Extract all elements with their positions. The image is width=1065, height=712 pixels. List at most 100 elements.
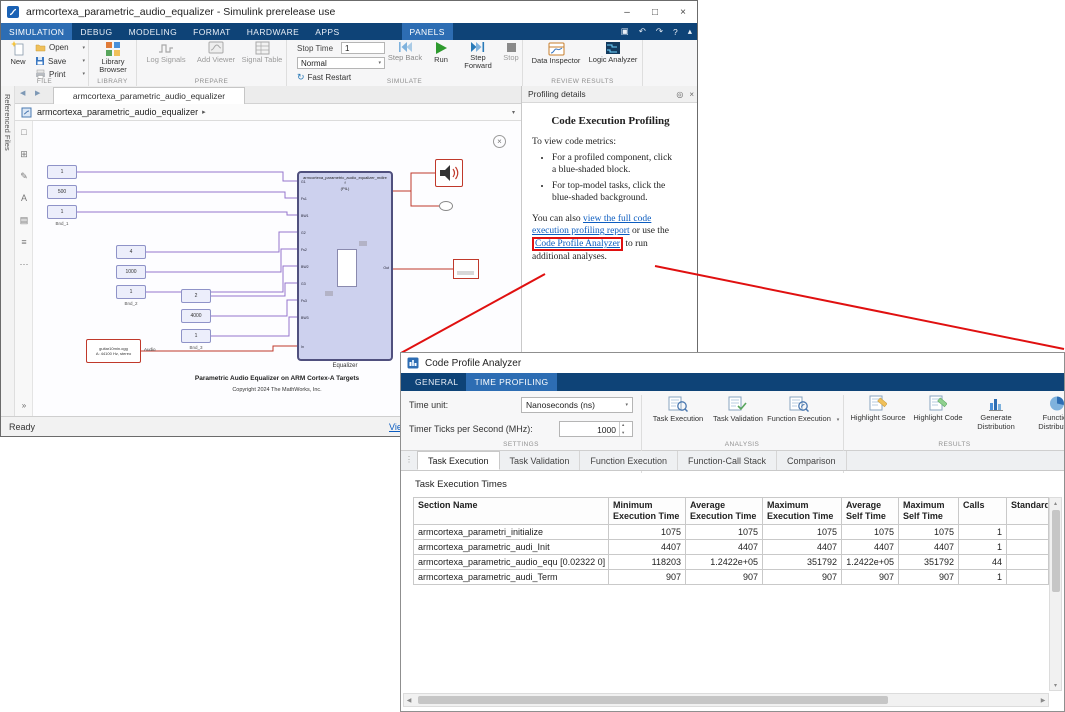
scroll-right-icon[interactable]: ▶: [1039, 694, 1047, 706]
pin-panel-icon[interactable]: ◎: [673, 90, 686, 99]
tab-modeling[interactable]: MODELING: [121, 23, 186, 40]
palette-more-icon[interactable]: ⋯: [15, 259, 33, 270]
palette-image-icon[interactable]: ▤: [15, 215, 33, 226]
time-unit-dropdown[interactable]: Nanoseconds (ns) ▾: [521, 397, 633, 413]
nav-back-icon[interactable]: ◀: [20, 89, 25, 97]
open-button[interactable]: Open ▾: [35, 43, 85, 52]
data-inspector-button[interactable]: Data Inspector: [529, 41, 583, 65]
analysis-more-dropdown[interactable]: ▾: [833, 395, 843, 445]
close-overlay-icon[interactable]: ×: [493, 135, 506, 148]
stop-time-input[interactable]: [341, 42, 385, 54]
tab-debug[interactable]: DEBUG: [72, 23, 120, 40]
terminator-block[interactable]: [439, 201, 453, 211]
breadcrumb-model-name[interactable]: armcortexa_parametric_audio_equalizer: [37, 107, 198, 117]
column-header-avg-exec[interactable]: Average Execution Time: [686, 498, 763, 525]
palette-area-icon[interactable]: ≡: [15, 237, 33, 247]
tab-hardware[interactable]: HARDWARE: [239, 23, 307, 40]
add-viewer-button[interactable]: Add Viewer: [193, 41, 239, 64]
vertical-scrollbar[interactable]: ▴ ▾: [1049, 497, 1062, 691]
column-header-min-exec[interactable]: Minimum Execution Time: [609, 498, 686, 525]
table-row[interactable]: armcortexa_parametri_initialize 1075 107…: [414, 524, 1049, 539]
column-header-std-dev[interactable]: Standard Deviation: [1007, 498, 1049, 525]
tab-general[interactable]: GENERAL: [407, 373, 466, 391]
tab-format[interactable]: FORMAT: [185, 23, 239, 40]
gain-block[interactable]: 1: [47, 165, 77, 179]
task-execution-button[interactable]: Task Execution: [649, 395, 707, 445]
horizontal-scrollbar[interactable]: ◀ ▶: [403, 693, 1049, 707]
column-header-section-name[interactable]: Section Name: [414, 498, 609, 525]
document-tab[interactable]: armcortexa_parametric_audio_equalizer: [53, 87, 245, 104]
library-browser-button[interactable]: Library Browser: [91, 41, 135, 75]
audio-source-block[interactable]: guitar10min.ogg A: 44100 Hz, stereo: [86, 339, 141, 363]
scroll-up-icon[interactable]: ▴: [1050, 499, 1061, 507]
undo-icon[interactable]: ↶: [634, 23, 651, 40]
log-signals-button[interactable]: Log Signals: [143, 41, 189, 64]
view-tab-comparison[interactable]: Comparison: [777, 451, 847, 470]
function-distribution-button[interactable]: Function Distribution: [1027, 395, 1065, 445]
scroll-down-icon[interactable]: ▾: [1050, 681, 1061, 689]
close-panel-icon[interactable]: ×: [686, 90, 698, 99]
spinner-up-icon[interactable]: ▴: [622, 422, 624, 428]
gain-block[interactable]: 2: [181, 289, 211, 303]
scroll-left-icon[interactable]: ◀: [405, 694, 413, 706]
signal-table-button[interactable]: Signal Table: [241, 41, 283, 64]
function-execution-button[interactable]: Function Execution: [767, 395, 831, 445]
table-row[interactable]: armcortexa_parametric_audi_Term 907 907 …: [414, 569, 1049, 584]
tab-panels[interactable]: PANELS: [402, 23, 453, 40]
tab-time-profiling[interactable]: TIME PROFILING: [466, 373, 556, 391]
view-tab-function-call-stack[interactable]: Function-Call Stack: [678, 451, 777, 470]
frequency-block[interactable]: 500: [47, 185, 77, 199]
palette-text-icon[interactable]: A: [15, 193, 33, 203]
band-subsystem-2[interactable]: 4 1000 1 Bnd_2: [116, 245, 146, 309]
simulation-mode-dropdown[interactable]: Normal ▾: [297, 57, 385, 69]
referenced-files-strip[interactable]: Referenced Files: [1, 86, 15, 416]
expand-bar-icon[interactable]: »: [15, 401, 33, 410]
gain-block[interactable]: 4: [116, 245, 146, 259]
highlight-code-button[interactable]: Highlight Code: [911, 395, 965, 445]
step-back-button[interactable]: Step Back: [387, 41, 423, 62]
table-row[interactable]: armcortexa_parametric_audi_Init 4407 440…: [414, 539, 1049, 554]
bandwidth-block[interactable]: 1: [47, 205, 77, 219]
view-tab-task-validation[interactable]: Task Validation: [500, 451, 581, 470]
column-header-avg-self[interactable]: Average Self Time: [842, 498, 899, 525]
column-header-calls[interactable]: Calls: [959, 498, 1007, 525]
audio-output-block[interactable]: [435, 159, 463, 187]
tab-simulation[interactable]: SIMULATION: [1, 23, 72, 40]
new-button[interactable]: New: [3, 41, 33, 66]
code-profile-analyzer-link[interactable]: Code Profile Analyzer: [532, 237, 623, 251]
redo-icon[interactable]: ↷: [651, 23, 668, 40]
band-subsystem-3[interactable]: 2 4000 1 Bnd_3: [181, 289, 211, 353]
band-subsystem-1[interactable]: 1 500 1 Bnd_1: [47, 165, 77, 229]
collapse-ribbon-icon[interactable]: ▴: [683, 23, 697, 40]
column-header-max-exec[interactable]: Maximum Execution Time: [763, 498, 842, 525]
save-button[interactable]: Save ▾: [35, 56, 85, 66]
panel-grip-icon[interactable]: ⋮: [401, 451, 417, 470]
palette-annotation-icon[interactable]: ✎: [15, 171, 33, 182]
view-tab-task-execution[interactable]: Task Execution: [417, 451, 500, 470]
nav-forward-icon[interactable]: ▶: [35, 89, 40, 97]
help-icon[interactable]: ?: [668, 23, 683, 40]
step-forward-button[interactable]: Step Forward: [459, 41, 497, 71]
palette-zoom-icon[interactable]: ⊞: [15, 149, 33, 160]
display-block[interactable]: [453, 259, 479, 279]
horizontal-scrollbar-thumb[interactable]: [418, 696, 888, 704]
table-row[interactable]: armcortexa_parametric_audio_equ [0.02322…: [414, 554, 1049, 569]
stop-button[interactable]: Stop: [501, 41, 521, 62]
frequency-block[interactable]: 1000: [116, 265, 146, 279]
vertical-scrollbar-thumb[interactable]: [1052, 510, 1060, 592]
timer-ticks-spinner[interactable]: 1000 ▴ ▾: [559, 421, 633, 437]
run-button[interactable]: Run: [427, 41, 455, 64]
column-header-max-self[interactable]: Maximum Self Time: [899, 498, 959, 525]
task-validation-button[interactable]: Task Validation: [711, 395, 765, 445]
equalizer-pil-block[interactable]: armcortexa_parametric_audio_equalizer_md…: [297, 171, 393, 361]
palette-browse-icon[interactable]: □: [15, 127, 33, 137]
frequency-block[interactable]: 4000: [181, 309, 211, 323]
view-tab-function-execution[interactable]: Function Execution: [580, 451, 678, 470]
generate-distribution-button[interactable]: Generate Distribution: [967, 395, 1025, 445]
close-icon[interactable]: ×: [669, 1, 697, 23]
maximize-icon[interactable]: □: [641, 1, 669, 23]
breadcrumb-dropdown-icon[interactable]: ▾: [512, 109, 515, 116]
minimize-icon[interactable]: –: [613, 1, 641, 23]
tab-apps[interactable]: APPS: [307, 23, 347, 40]
spinner-down-icon[interactable]: ▾: [622, 430, 624, 436]
